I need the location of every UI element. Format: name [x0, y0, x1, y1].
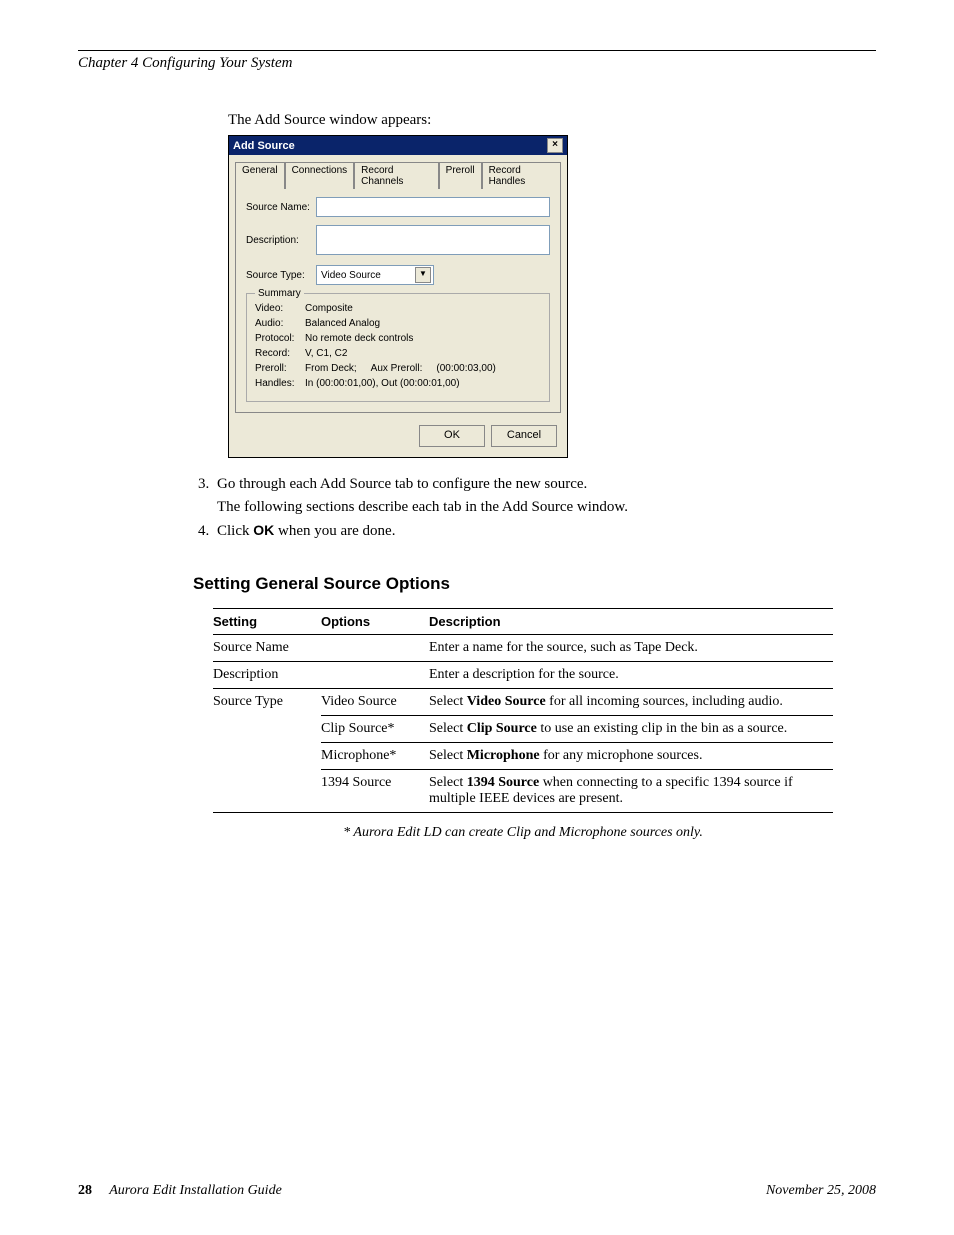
- source-name-input[interactable]: [316, 197, 550, 217]
- tab-record-handles[interactable]: Record Handles: [482, 162, 561, 189]
- cell-desc: Select 1394 Source when connecting to a …: [429, 770, 833, 813]
- summary-fieldset: Summary Video:Composite Audio:Balanced A…: [246, 293, 550, 402]
- cell-desc: Select Video Source for all incoming sou…: [429, 689, 833, 716]
- dialog-title: Add Source: [233, 140, 295, 152]
- cell-desc: Select Microphone for any microphone sou…: [429, 743, 833, 770]
- summary-legend: Summary: [255, 288, 304, 299]
- summary-protocol-value: No remote deck controls: [305, 333, 413, 344]
- cell-desc: Select Clip Source to use an existing cl…: [429, 716, 833, 743]
- steps-list: Go through each Add Source tab to config…: [213, 476, 876, 540]
- source-type-label: Source Type:: [246, 270, 316, 281]
- cell-option: 1394 Source: [321, 770, 429, 813]
- description-input[interactable]: [316, 225, 550, 255]
- step-4-pre: Click: [217, 523, 253, 539]
- summary-audio-label: Audio:: [255, 318, 305, 329]
- close-icon[interactable]: ×: [547, 138, 563, 153]
- summary-record-label: Record:: [255, 348, 305, 359]
- summary-preroll-label: Preroll:: [255, 363, 305, 374]
- cell-setting: Description: [213, 662, 321, 689]
- cell-option: [321, 662, 429, 689]
- col-header-options: Options: [321, 609, 429, 635]
- step-4-bold: OK: [253, 522, 274, 538]
- ok-button[interactable]: OK: [419, 425, 485, 447]
- intro-text: The Add Source window appears:: [228, 112, 876, 129]
- summary-handles-value: In (00:00:01,00), Out (00:00:01,00): [305, 378, 460, 389]
- source-name-label: Source Name:: [246, 202, 316, 213]
- tab-general[interactable]: General: [235, 162, 285, 189]
- table-row: Source Type Video Source Select Video So…: [213, 689, 833, 716]
- cell-option: Video Source: [321, 689, 429, 716]
- chevron-down-icon: ▼: [415, 267, 431, 283]
- step-3-text: Go through each Add Source tab to config…: [217, 476, 587, 492]
- step-3: Go through each Add Source tab to config…: [213, 476, 876, 516]
- tab-panel-general: Source Name: Description: Source Type: V…: [235, 188, 561, 413]
- summary-preroll-value-3: (00:00:03,00): [436, 363, 496, 374]
- summary-record-value: V, C1, C2: [305, 348, 347, 359]
- summary-handles-label: Handles:: [255, 378, 305, 389]
- dialog-tab-strip: General Connections Record Channels Prer…: [229, 155, 567, 188]
- cell-option: Microphone*: [321, 743, 429, 770]
- description-label: Description:: [246, 235, 316, 246]
- step-4: Click OK when you are done.: [213, 522, 876, 540]
- table-row: Description Enter a description for the …: [213, 662, 833, 689]
- summary-video-label: Video:: [255, 303, 305, 314]
- tab-preroll[interactable]: Preroll: [439, 162, 482, 189]
- table-footnote: * Aurora Edit LD can create Clip and Mic…: [213, 825, 833, 841]
- step-3-sub: The following sections describe each tab…: [217, 499, 876, 516]
- cell-desc: Enter a name for the source, such as Tap…: [429, 635, 833, 662]
- cell-setting: Source Type: [213, 689, 321, 813]
- section-heading: Setting General Source Options: [193, 574, 876, 594]
- page-footer: 28 Aurora Edit Installation Guide Novemb…: [78, 1183, 876, 1199]
- page-number: 28: [78, 1183, 92, 1198]
- cell-desc: Enter a description for the source.: [429, 662, 833, 689]
- source-type-value: Video Source: [321, 270, 381, 281]
- table-row: Source Name Enter a name for the source,…: [213, 635, 833, 662]
- dialog-titlebar: Add Source ×: [229, 136, 567, 155]
- settings-table: Setting Options Description Source Name …: [213, 608, 833, 813]
- col-header-setting: Setting: [213, 609, 321, 635]
- col-header-description: Description: [429, 609, 833, 635]
- tab-record-channels[interactable]: Record Channels: [354, 162, 438, 189]
- summary-preroll-value-2: Aux Preroll:: [371, 363, 423, 374]
- cell-setting: Source Name: [213, 635, 321, 662]
- summary-protocol-label: Protocol:: [255, 333, 305, 344]
- doc-title: Aurora Edit Installation Guide: [109, 1183, 282, 1198]
- cell-option: [321, 635, 429, 662]
- step-4-post: when you are done.: [274, 523, 395, 539]
- footer-date: November 25, 2008: [766, 1183, 876, 1199]
- source-type-select[interactable]: Video Source ▼: [316, 265, 434, 285]
- summary-audio-value: Balanced Analog: [305, 318, 380, 329]
- chapter-header: Chapter 4 Configuring Your System: [78, 55, 876, 72]
- summary-preroll-value-1: From Deck;: [305, 363, 357, 374]
- cancel-button[interactable]: Cancel: [491, 425, 557, 447]
- summary-video-value: Composite: [305, 303, 353, 314]
- add-source-dialog: Add Source × General Connections Record …: [228, 135, 568, 458]
- tab-connections[interactable]: Connections: [285, 162, 355, 189]
- cell-option: Clip Source*: [321, 716, 429, 743]
